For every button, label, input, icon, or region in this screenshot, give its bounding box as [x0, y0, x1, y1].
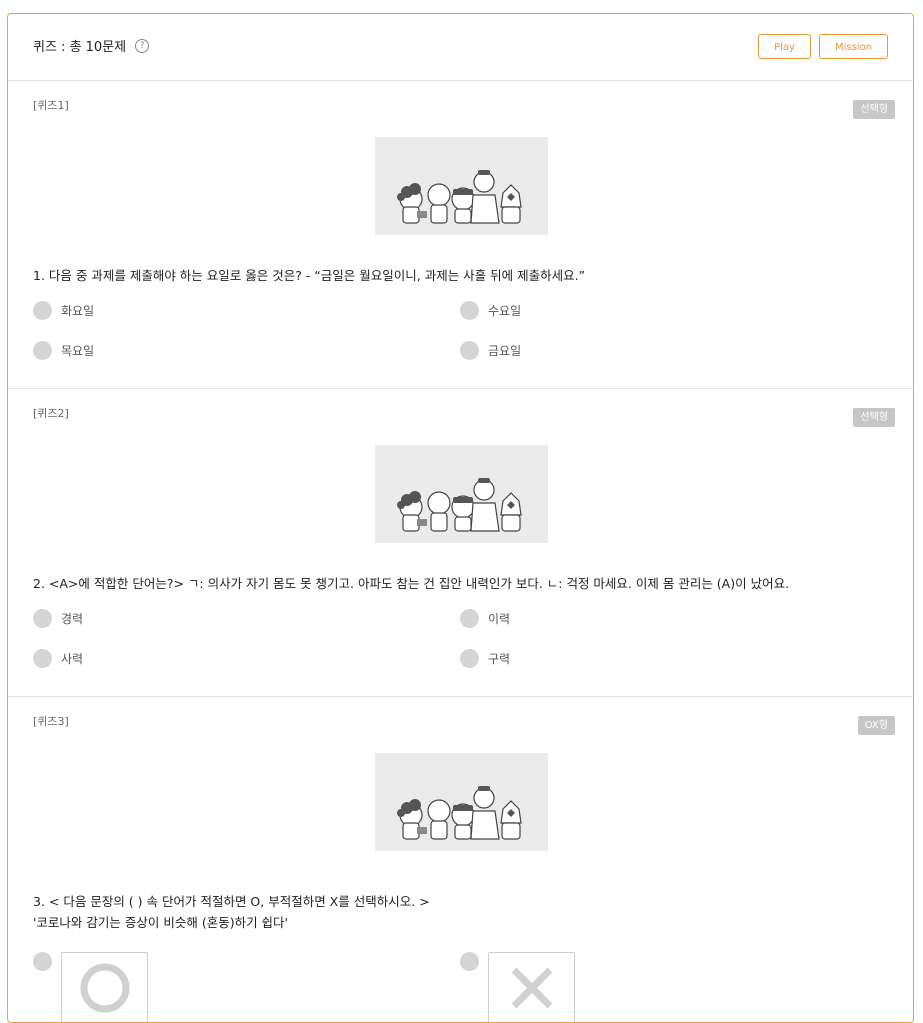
answer-option[interactable]: 경력 — [33, 609, 83, 628]
quiz-type-badge: OX형 — [857, 716, 895, 735]
radio-button[interactable] — [460, 301, 479, 320]
option-label: 목요일 — [61, 344, 95, 358]
characters-illustration — [375, 137, 548, 235]
play-button[interactable]: Play — [758, 34, 811, 59]
ox-option-x[interactable] — [488, 952, 575, 1022]
answer-option[interactable]: 화요일 — [33, 301, 94, 320]
question-line-2: '코로나와 감기는 증상이 비슷해 (혼동)하기 쉽다' — [33, 915, 288, 930]
quiz-number-label: [퀴즈1] — [33, 99, 69, 112]
quiz-number-label: [퀴즈2] — [33, 407, 69, 420]
question-circle-icon[interactable]: ? — [135, 38, 150, 53]
quiz-title: 퀴즈 : 총 10문제 ? — [33, 36, 150, 55]
quiz-type-badge: 선택형 — [853, 100, 895, 119]
question-text: 2. <A>에 적합한 단어는?> ㄱ: 의사가 자기 몸도 못 챙기고. 아파… — [33, 576, 790, 591]
ox-option-o[interactable] — [61, 952, 148, 1022]
characters-illustration — [375, 445, 548, 543]
answer-option[interactable]: 구력 — [460, 649, 510, 668]
quiz-panel: 퀴즈 : 총 10문제 ? Play Mission [퀴즈1] 선택형 1. … — [7, 13, 914, 1023]
answer-option[interactable]: 금요일 — [460, 341, 521, 360]
characters-illustration — [375, 753, 548, 851]
answer-option[interactable]: 사력 — [33, 649, 83, 668]
radio-button[interactable] — [33, 649, 52, 668]
option-label: 금요일 — [488, 344, 522, 358]
quiz-number-label: [퀴즈3] — [33, 715, 69, 728]
radio-button[interactable] — [460, 649, 479, 668]
answer-option[interactable]: 목요일 — [33, 341, 94, 360]
radio-button[interactable] — [33, 341, 52, 360]
radio-button-o[interactable] — [33, 952, 52, 971]
radio-button[interactable] — [33, 609, 52, 628]
option-label: 경력 — [61, 612, 84, 626]
option-label: 이력 — [488, 612, 511, 626]
quiz-item-3: [퀴즈3] OX형 3. < 다음 문장의 () 속 단어가 적절하면 O, … — [8, 697, 913, 1022]
quiz-item-1: [퀴즈1] 선택형 1. 다음 중 과제를 제출해야 하는 요일로 옳은 것은?… — [8, 81, 913, 389]
question-line-1: 3. < 다음 문장의 ( ) 속 단어가 적절하면 O, 부적절하면 X를 선… — [33, 894, 430, 909]
answer-option[interactable]: 수요일 — [460, 301, 521, 320]
radio-button-x[interactable] — [460, 952, 479, 971]
question-text: 3. < 다음 문장의 ( ) 속 단어가 적절하면 O, 부적절하면 X를 선… — [33, 891, 430, 933]
question-text: 1. 다음 중 과제를 제출해야 하는 요일로 옳은 것은? - “금일은 월요… — [33, 268, 586, 283]
mission-button[interactable]: Mission — [819, 34, 888, 59]
quiz-type-badge: 선택형 — [853, 408, 895, 427]
radio-button[interactable] — [33, 301, 52, 320]
quiz-count-text: 퀴즈 : 총 10문제 — [33, 40, 127, 55]
radio-button[interactable] — [460, 341, 479, 360]
option-label: 수요일 — [488, 304, 522, 318]
quiz-item-2: [퀴즈2] 선택형 2. <A>에 적합한 단어는?> ㄱ: 의사가 자기 몸도… — [8, 389, 913, 697]
option-label: 사력 — [61, 652, 84, 666]
cross-x-icon — [511, 967, 552, 1008]
circle-o-icon — [80, 963, 129, 1012]
option-label: 구력 — [488, 652, 511, 666]
option-label: 화요일 — [61, 304, 95, 318]
quiz-header: 퀴즈 : 총 10문제 ? Play Mission — [8, 14, 913, 81]
answer-option[interactable]: 이력 — [460, 609, 510, 628]
radio-button[interactable] — [460, 609, 479, 628]
